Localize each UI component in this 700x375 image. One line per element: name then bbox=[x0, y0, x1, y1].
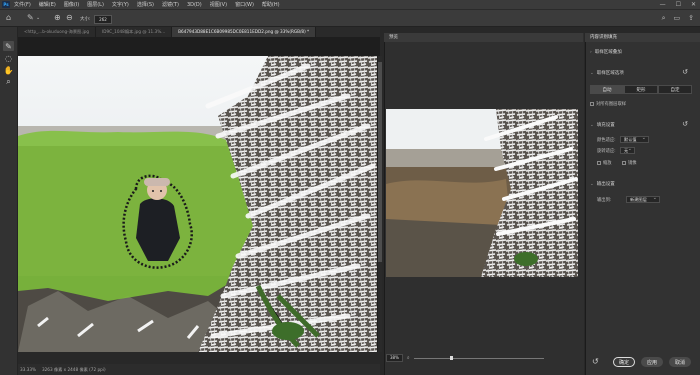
reset-fill-icon[interactable]: ↺ bbox=[682, 120, 688, 128]
photo-canvas bbox=[18, 56, 377, 352]
output-to-label: 输出到: bbox=[597, 198, 612, 203]
preview-photo bbox=[386, 109, 578, 277]
size-input[interactable]: 262 bbox=[94, 15, 112, 24]
menu-window[interactable]: 窗口(W) bbox=[235, 1, 254, 8]
mirror-checkbox[interactable]: 镜像 bbox=[622, 160, 637, 166]
scale-checkbox[interactable]: 缩放 bbox=[597, 160, 612, 166]
chevron-down-icon: ⌄ bbox=[590, 182, 594, 187]
preview-image bbox=[386, 109, 578, 277]
rotate-adapt-dropdown[interactable]: 无 bbox=[620, 146, 635, 154]
photoshop-logo: Ps bbox=[2, 1, 10, 8]
status-bar: 33.33% 3263 像素 x 2448 像素 (72 ppi) bbox=[18, 364, 380, 375]
properties-title: 内容识别填充 bbox=[585, 33, 700, 42]
seg-auto[interactable]: 自动 bbox=[590, 85, 624, 94]
close-icon[interactable]: ✕ bbox=[691, 1, 696, 8]
preview-title: 预览 bbox=[384, 33, 583, 42]
menu-bar: Ps 文件(F) 编辑(E) 图像(I) 图层(L) 文字(Y) 选择(S) 滤… bbox=[0, 0, 700, 9]
color-adapt-dropdown[interactable]: 默认值 bbox=[620, 135, 649, 143]
checkbox-box[interactable] bbox=[622, 161, 626, 165]
menu-view[interactable]: 视图(V) bbox=[210, 1, 227, 8]
menu-edit[interactable]: 编辑(E) bbox=[39, 1, 56, 8]
scrollbar-thumb[interactable] bbox=[378, 62, 382, 262]
chevron-down-icon[interactable]: ⌄ bbox=[36, 15, 40, 21]
section-sampling-overlay[interactable]: › 取样区域叠加 bbox=[590, 49, 622, 55]
tab-document-1[interactable]: <http_...b-okuduong-海景图.jpg bbox=[18, 27, 97, 37]
rotate-adapt-label: 旋转适应: bbox=[597, 149, 616, 154]
tab-document-2[interactable]: ID9C_1048编本.jpg @ 11.3%... bbox=[96, 27, 173, 37]
sample-all-layers-checkbox[interactable]: 对所有图层取样 bbox=[590, 101, 626, 107]
checkbox-box[interactable] bbox=[597, 161, 601, 165]
search-icon[interactable]: ⌕ bbox=[662, 14, 666, 23]
size-label: 大小: bbox=[80, 17, 91, 22]
maximize-icon[interactable]: ☐ bbox=[676, 1, 681, 8]
apply-button[interactable]: 应用 bbox=[641, 357, 663, 367]
output-to-dropdown[interactable]: 新建图层 bbox=[626, 195, 660, 203]
lasso-tool-icon[interactable]: ◌ bbox=[3, 53, 14, 63]
seg-custom[interactable]: 自定 bbox=[658, 85, 692, 94]
menu-type[interactable]: 文字(Y) bbox=[112, 1, 129, 8]
preview-zoom-slider[interactable] bbox=[413, 355, 544, 360]
hand-tool-icon[interactable]: ✋ bbox=[3, 65, 14, 75]
options-bar: ⌂ ✎ ⌄ ⊕ ⊖ 大小: 262 ⌕ ▭ ⇪ bbox=[0, 9, 700, 27]
zoom-out-icon[interactable]: ⌕ bbox=[407, 355, 410, 361]
seg-rectangular[interactable]: 矩形 bbox=[624, 85, 658, 94]
menu-select[interactable]: 选择(S) bbox=[137, 1, 154, 8]
preview-zoom-row: 38% ⌕ bbox=[386, 354, 581, 362]
workspace-icon[interactable]: ▭ bbox=[674, 14, 681, 23]
document-canvas[interactable] bbox=[18, 56, 377, 352]
subtract-mode-icon[interactable]: ⊖ bbox=[66, 13, 73, 22]
color-adapt-label: 颜色适应: bbox=[597, 138, 616, 143]
menu-3d[interactable]: 3D(D) bbox=[187, 2, 202, 8]
add-mode-icon[interactable]: ⊕ bbox=[54, 13, 61, 22]
zoom-readout: 33.33% bbox=[20, 367, 36, 372]
chevron-right-icon: › bbox=[590, 50, 592, 55]
home-icon[interactable]: ⌂ bbox=[6, 13, 11, 22]
tab-document-active[interactable]: B647943D88E1C6B09985DC0E811EDD2.png @ 33… bbox=[172, 27, 317, 37]
document-dimensions: 3263 像素 x 2448 像素 (72 ppi) bbox=[41, 366, 106, 372]
minimize-icon[interactable]: — bbox=[660, 1, 666, 8]
ok-button[interactable]: 确定 bbox=[613, 357, 635, 367]
tools-panel: ✎ ◌ ✋ ⌕ bbox=[0, 27, 18, 375]
section-sampling-options[interactable]: ⌄ 取样区域选项 bbox=[590, 70, 624, 76]
slider-knob[interactable] bbox=[449, 355, 453, 360]
chevron-down-icon: ⌄ bbox=[590, 71, 594, 76]
zoom-tool-icon[interactable]: ⌕ bbox=[3, 77, 14, 87]
section-fill-settings[interactable]: ⌄ 填充设置 bbox=[590, 122, 615, 128]
reset-all-icon[interactable]: ↺ bbox=[592, 357, 599, 366]
menu-image[interactable]: 图像(I) bbox=[64, 1, 79, 8]
checkbox-box[interactable] bbox=[590, 102, 594, 106]
menu-filter[interactable]: 滤镜(T) bbox=[162, 1, 179, 8]
chevron-down-icon: ⌄ bbox=[590, 123, 594, 128]
menu-file[interactable]: 文件(F) bbox=[14, 1, 31, 8]
reset-sampling-icon[interactable]: ↺ bbox=[682, 68, 688, 76]
menu-help[interactable]: 帮助(H) bbox=[262, 1, 280, 8]
menu-layer[interactable]: 图层(L) bbox=[87, 1, 104, 8]
section-output-settings[interactable]: ⌄ 输出设置 bbox=[590, 181, 615, 187]
document-tabs: <http_...b-okuduong-海景图.jpg ID9C_1048编本.… bbox=[18, 27, 380, 37]
sampling-brush-tool-icon[interactable]: ✎ bbox=[3, 41, 14, 51]
share-icon[interactable]: ⇪ bbox=[688, 14, 694, 23]
cancel-button[interactable]: 取消 bbox=[669, 357, 691, 367]
brush-tool-icon[interactable]: ✎ bbox=[27, 13, 34, 22]
preview-zoom-input[interactable]: 38% bbox=[386, 354, 403, 362]
